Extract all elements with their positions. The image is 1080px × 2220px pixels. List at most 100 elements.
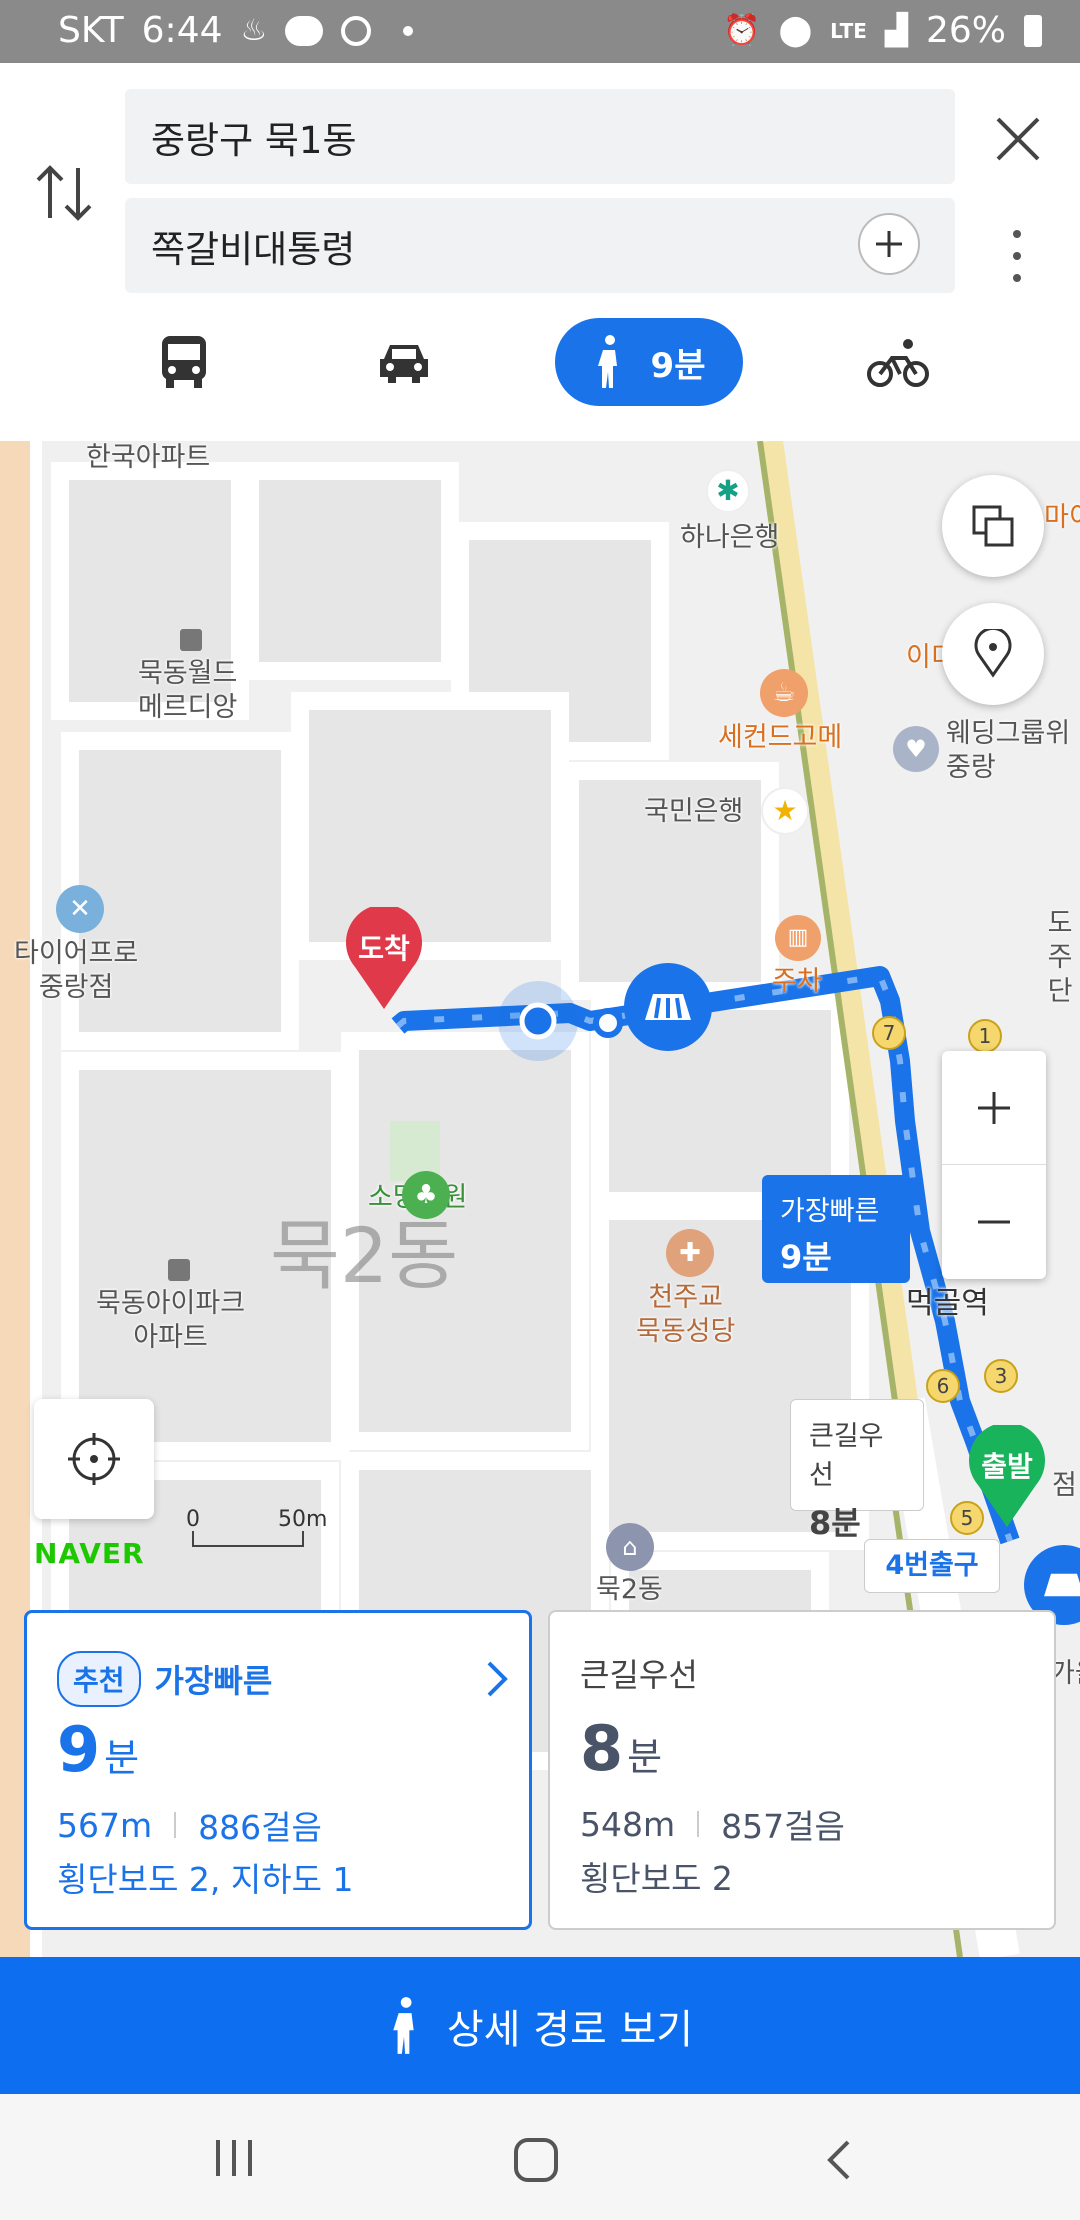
label-wedding-group: 웨딩그룹위 중랑 (946, 718, 1071, 783)
label-mukdong-world: 묵동월드 메르디앙 (138, 658, 238, 723)
recommended-badge: 추천 (57, 1651, 141, 1707)
destination-field[interactable]: 쪽갈비대통령 (125, 198, 955, 293)
view-route-details-button[interactable]: 상세 경로 보기 (0, 1957, 1080, 2094)
mode-walk[interactable]: 9분 (555, 318, 743, 406)
badge-1: 1 (968, 1019, 1002, 1053)
add-waypoint-button[interactable] (858, 213, 920, 275)
badge-7: 7 (872, 1016, 906, 1050)
badge-6: 6 (926, 1369, 960, 1403)
wedding-icon: ♥ (893, 726, 939, 772)
route-search-header: 중랑구 묵1동 쪽갈비대통령 9분 (0, 63, 1080, 441)
more-options-icon[interactable] (1005, 226, 1029, 286)
route-details: 횡단보도 2, 지하도 1 (57, 1860, 354, 1899)
zoom-out-button[interactable] (942, 1165, 1046, 1279)
route-card-fastest[interactable]: 추천 가장빠른 9 분 567m 886걸음 횡단보도 2, 지하도 1 (24, 1610, 532, 1930)
label-tire-pro: 타이어프로 중랑점 (14, 938, 139, 1003)
fastest-callout-time: 9분 (780, 1238, 832, 1276)
zoom-in-button[interactable] (942, 1051, 1046, 1165)
home-icon[interactable] (512, 2136, 560, 2184)
label-partial-ma: 마이 (1044, 502, 1080, 533)
mode-bike[interactable] (858, 318, 938, 406)
scale-bar (192, 1531, 304, 1547)
government-office-icon: ⌂ (606, 1523, 654, 1571)
route-name: 가장빠른 (154, 1662, 273, 1700)
clock: 6:44 (141, 10, 223, 51)
route-name: 큰길우선 (580, 1656, 698, 1694)
map-layers-button[interactable] (942, 475, 1044, 577)
mainroad-callout-time: 8분 (809, 1504, 861, 1542)
car-icon (380, 345, 428, 383)
recent-apps-icon[interactable] (212, 2138, 256, 2178)
bike-icon (867, 339, 929, 387)
walk-time: 9분 (650, 345, 706, 386)
fastest-route-callout[interactable]: 가장빠른 9분 (762, 1175, 910, 1283)
naver-logo: NAVER (34, 1537, 145, 1570)
cafe-icon: ☕ (760, 669, 808, 717)
back-icon[interactable] (824, 2138, 854, 2182)
pin-outline-icon (974, 629, 1012, 678)
arrive-label: 도착 (358, 932, 410, 965)
minus-icon (978, 1220, 1010, 1224)
tire-shop-icon: ✕ (56, 885, 104, 933)
arrive-pin[interactable]: 도착 (345, 904, 423, 1011)
cta-label: 상세 경로 보기 (446, 2006, 694, 2053)
route-minutes-unit: 분 (104, 1736, 140, 1780)
more-dot-icon (403, 25, 414, 36)
route-steps: 857걸음 (721, 1807, 845, 1846)
chevron-right-icon[interactable] (485, 1659, 509, 1699)
destination-text: 쪽갈비대통령 (151, 227, 356, 271)
carrier: SKT (58, 10, 124, 51)
label-partial-jeom: 점 (1052, 1470, 1077, 1501)
route-card-mainroad[interactable]: 큰길우선 8 분 548m 857걸음 횡단보도 2 (548, 1610, 1056, 1930)
parking-icon: ▥ (775, 915, 821, 961)
depart-label: 출발 (981, 1450, 1033, 1483)
label-meokgol-station: 먹골역 (906, 1286, 989, 1321)
label-partial-to: 도 주단 (1047, 908, 1073, 1007)
label-korea-apt: 한국아파트 (86, 442, 211, 473)
swap-icon[interactable] (34, 158, 94, 228)
my-places-button[interactable] (942, 603, 1044, 705)
plus-icon (876, 231, 902, 257)
label-second-coffee: 세컨드고메 (718, 722, 843, 753)
walk-icon (393, 1996, 414, 2054)
mode-car[interactable] (356, 318, 452, 406)
depart-pin[interactable]: 출발 (968, 1422, 1046, 1529)
talk-icon (285, 15, 324, 46)
label-hana-bank: 하나은행 (680, 522, 780, 553)
system-nav-bar (0, 2094, 1080, 2220)
mainroad-callout-label: 큰길우선 (809, 1421, 884, 1491)
mainroad-route-callout[interactable]: 큰길우선 8분 (790, 1399, 924, 1542)
label-mukdong-ipark: 묵동아이파크 아파트 (96, 1288, 246, 1353)
route-minutes: 9 (57, 1713, 101, 1786)
walk-icon (597, 335, 617, 388)
current-location-button[interactable] (34, 1399, 154, 1519)
layers-icon (972, 505, 1014, 547)
mode-transit[interactable] (138, 318, 230, 406)
kookmin-bank-icon: ★ (761, 787, 809, 835)
underpass-icon[interactable] (624, 963, 712, 1051)
scale-zero: 0 (186, 1507, 200, 1532)
label-church: 천주교 묵동성당 (636, 1282, 736, 1347)
hana-bank-icon: ✱ (706, 469, 750, 513)
status-bar: SKT 6:44 ♨ ⏰ ⬤ LTE ▟ 26% (0, 0, 1080, 63)
route-minutes: 8 (580, 1712, 624, 1785)
crosshair-icon (68, 1433, 120, 1485)
fastest-callout-label: 가장빠른 (780, 1196, 880, 1227)
signal-icon: ▟ (884, 13, 908, 48)
notification-icon: ♨ (240, 13, 268, 48)
label-kookmin-bank: 국민은행 (644, 796, 744, 827)
label-parking: 주차 (772, 966, 822, 997)
scale-label: 50m (278, 1507, 328, 1532)
badge-3: 3 (984, 1359, 1018, 1393)
location-icon: ⬤ (778, 13, 813, 48)
route-details: 횡단보도 2 (580, 1859, 733, 1898)
close-icon[interactable] (990, 111, 1046, 167)
battery-icon (1024, 14, 1042, 47)
band-icon (341, 15, 372, 46)
route-steps: 886걸음 (198, 1808, 322, 1847)
route-distance: 567m (57, 1805, 153, 1845)
label-mukdong2-office: 묵2동 (596, 1574, 663, 1605)
origin-field[interactable]: 중랑구 묵1동 (125, 89, 955, 184)
exit4-label: 4번출구 (864, 1539, 1000, 1593)
route-distance: 548m (580, 1804, 676, 1844)
